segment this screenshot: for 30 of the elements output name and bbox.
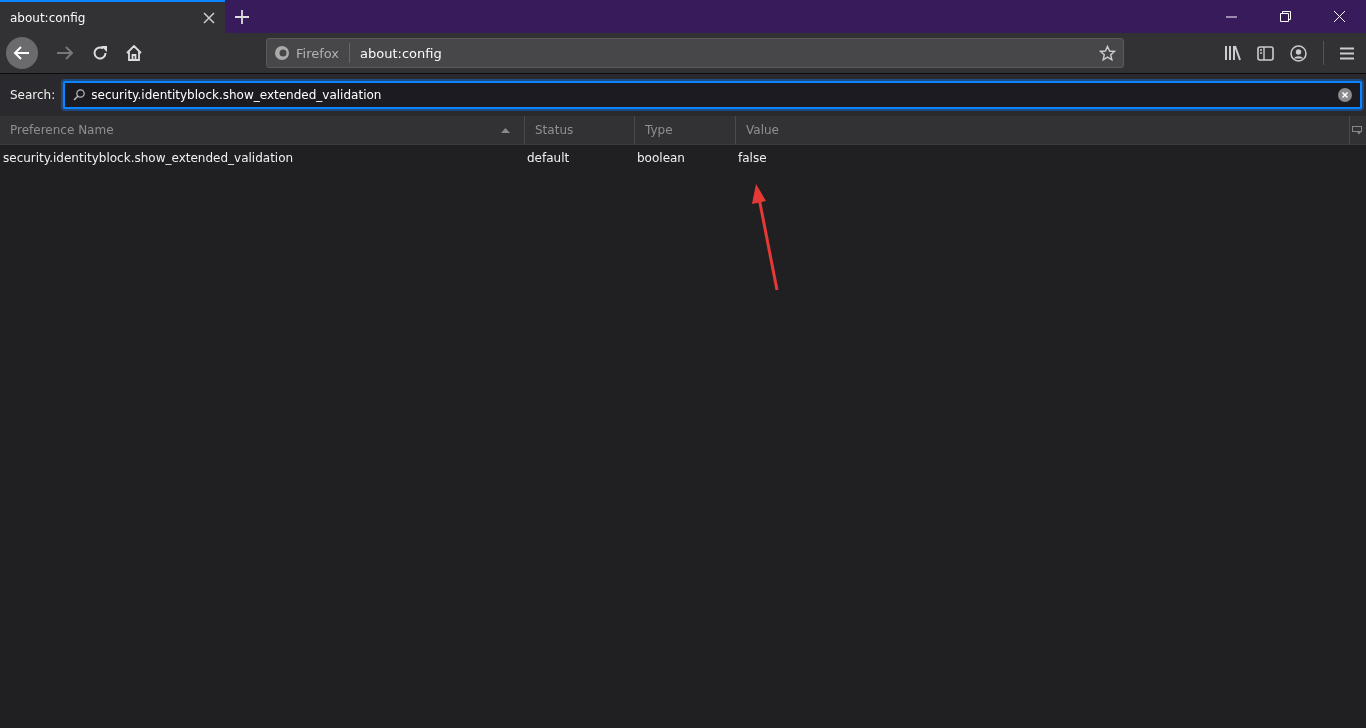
- table-cell-text: default: [526, 151, 571, 165]
- back-icon[interactable]: [6, 37, 38, 69]
- clear-icon[interactable]: [1338, 88, 1352, 102]
- browser-tab[interactable]: about:config: [0, 0, 225, 33]
- minimize-icon[interactable]: [1226, 15, 1237, 18]
- account-icon[interactable]: [1290, 44, 1307, 62]
- column-picker-icon[interactable]: [1352, 125, 1362, 135]
- close-icon[interactable]: [1334, 11, 1345, 22]
- home-icon[interactable]: [126, 45, 142, 61]
- new-tab-icon[interactable]: [235, 9, 249, 24]
- table-cell-text: boolean: [636, 151, 686, 165]
- identity-label: Firefox: [296, 45, 340, 61]
- url-text: about:config: [360, 45, 442, 61]
- column-header[interactable]: Preference Name: [0, 116, 525, 144]
- sidebar-icon[interactable]: [1257, 45, 1274, 61]
- search-label: Search:: [10, 88, 56, 102]
- close-tab-icon[interactable]: [203, 11, 215, 24]
- bookmark-star-icon[interactable]: [1099, 44, 1116, 62]
- forward-icon[interactable]: [56, 45, 74, 61]
- column-header[interactable]: Status: [525, 116, 635, 144]
- column-header[interactable]: Type: [635, 116, 736, 144]
- address-bar[interactable]: Firefox about:config: [266, 38, 1124, 68]
- restore-icon[interactable]: [1280, 11, 1291, 22]
- table-cell-text: false: [737, 151, 767, 165]
- table-cell-text: security.identityblock.show_extended_validation: [2, 151, 295, 165]
- column-header[interactable]: Value: [736, 116, 1350, 144]
- library-icon[interactable]: [1224, 45, 1241, 61]
- menu-icon[interactable]: [1340, 46, 1354, 60]
- search-field[interactable]: security.identityblock.show_extended_validation: [63, 81, 1362, 109]
- reload-icon[interactable]: [92, 45, 108, 61]
